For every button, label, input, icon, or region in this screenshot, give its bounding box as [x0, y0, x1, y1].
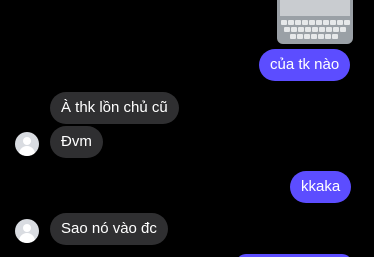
thumbnail-key	[332, 34, 338, 39]
message-text: Sao nó vào đc	[61, 220, 157, 237]
thumbnail-key	[297, 34, 303, 39]
thumbnail-key	[295, 20, 301, 25]
thumbnail-key	[337, 20, 343, 25]
message-text: kkaka	[301, 178, 341, 195]
thumbnail-key	[281, 20, 287, 25]
avatar-head	[23, 137, 31, 145]
contact-avatar-icon[interactable]	[15, 132, 39, 156]
message-text: Đvm	[61, 133, 92, 150]
thumbnail-keyboard	[281, 2, 350, 42]
thumbnail-key	[333, 27, 339, 32]
sent-message-bubble[interactable]: của tk nào	[259, 49, 351, 81]
sent-message-bubble[interactable]: kkaka	[290, 171, 352, 203]
thumbnail-key	[330, 20, 336, 25]
image-attachment-thumbnail[interactable]	[277, 0, 353, 44]
thumbnail-key	[305, 27, 311, 32]
thumbnail-key	[318, 34, 324, 39]
thumbnail-key	[312, 27, 318, 32]
avatar-body	[19, 233, 35, 243]
thumbnail-key	[290, 34, 296, 39]
thumbnail-key	[309, 20, 315, 25]
thumbnail-key	[291, 27, 297, 32]
received-message-bubble[interactable]: À thk lồn chủ cũ	[50, 92, 179, 124]
thumbnail-key	[284, 27, 290, 32]
received-message-bubble[interactable]: Sao nó vào đc	[50, 213, 168, 245]
avatar-body	[19, 146, 35, 156]
thumbnail-key	[325, 34, 331, 39]
message-text: của tk nào	[270, 56, 340, 73]
thumbnail-key	[340, 27, 346, 32]
thumbnail-key	[344, 20, 350, 25]
thumbnail-key	[316, 20, 322, 25]
thumbnail-key	[302, 20, 308, 25]
thumbnail-key	[288, 20, 294, 25]
thumbnail-key	[311, 34, 317, 39]
thumbnail-key	[319, 27, 325, 32]
contact-avatar-icon[interactable]	[15, 219, 39, 243]
thumbnail-key	[326, 27, 332, 32]
thumbnail-key	[323, 20, 329, 25]
thumbnail-key	[304, 34, 310, 39]
received-message-bubble[interactable]: Đvm	[50, 126, 103, 158]
chat-thread: của tk nào À thk lồn chủ cũ Đvm kkaka Sa…	[0, 0, 374, 257]
thumbnail-key	[298, 27, 304, 32]
avatar-head	[23, 224, 31, 232]
message-text: À thk lồn chủ cũ	[61, 99, 168, 116]
